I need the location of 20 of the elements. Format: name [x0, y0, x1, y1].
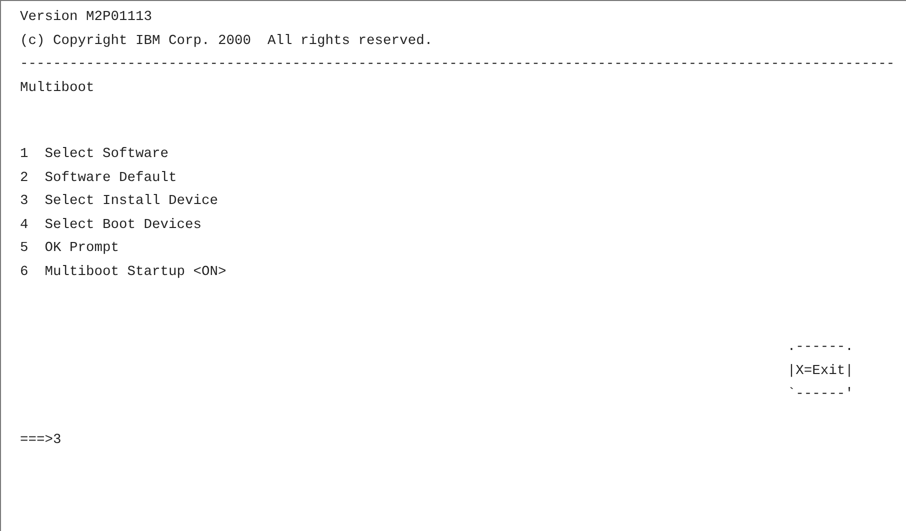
exit-box-line: `------' — [787, 386, 854, 404]
menu-item-number: 2 — [20, 170, 28, 188]
menu-item-label[interactable]: OK Prompt — [44, 237, 120, 260]
menu-item-number: 3 — [20, 193, 28, 211]
menu-item-number: 4 — [20, 216, 28, 234]
menu-item-number: 5 — [20, 240, 28, 258]
menu-item-number: 6 — [20, 264, 28, 282]
menu-item-label[interactable]: Select Software — [44, 143, 169, 166]
command-prompt: ===>3 — [20, 432, 62, 450]
exit-box-line: .------. — [787, 339, 854, 357]
menu-item-number: 1 — [20, 146, 28, 164]
separator-line: ---------------------------------------------------------------------------------------------------------- — [20, 56, 895, 74]
version-text: Version M2P01113 — [20, 9, 152, 27]
copyright-text: (c) Copyright IBM Corp. 2000 All rights reserved. — [20, 32, 433, 50]
menu-item-label[interactable]: Multiboot Startup <ON> — [44, 260, 226, 284]
exit-box-line: |X=Exit| — [787, 362, 854, 380]
menu-item-label[interactable]: Select Install Device — [44, 190, 218, 214]
menu-title: Multiboot — [20, 80, 94, 98]
menu-item-label[interactable]: Software Default — [44, 166, 177, 190]
menu-item-label[interactable]: Select Boot Devices — [44, 214, 202, 237]
